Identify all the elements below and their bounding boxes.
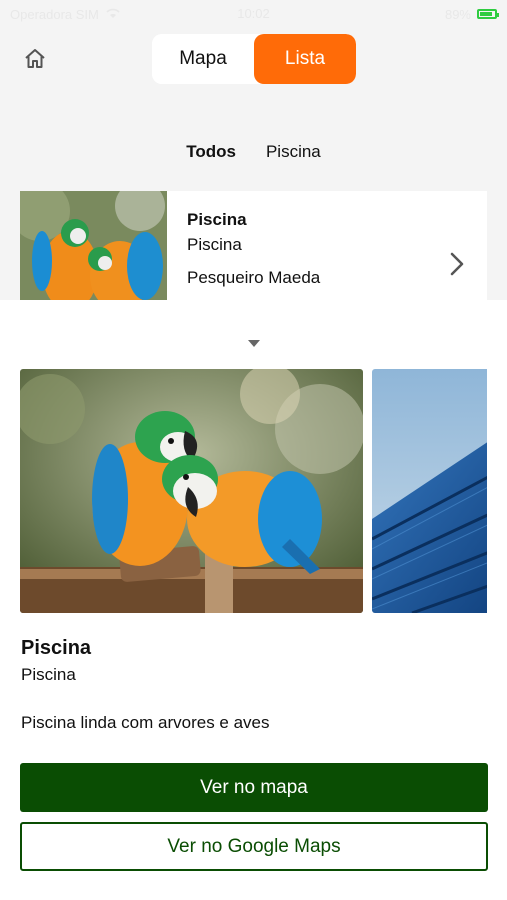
view-toggle: Mapa Lista bbox=[152, 34, 356, 84]
status-time: 10:02 bbox=[237, 6, 270, 21]
detail-title: Piscina bbox=[21, 637, 92, 659]
filter-piscina[interactable]: Piscina bbox=[266, 138, 321, 166]
photo-gallery[interactable] bbox=[20, 369, 487, 613]
list-item-thumbnail bbox=[20, 191, 167, 301]
gallery-photo-building[interactable] bbox=[372, 369, 487, 613]
chevron-right-icon bbox=[450, 252, 464, 276]
home-icon bbox=[25, 49, 45, 68]
battery-icon bbox=[477, 9, 499, 19]
status-bar: Operadora SIM 10:02 89% bbox=[0, 0, 507, 28]
detail-sheet: Piscina Piscina Piscina linda com arvore… bbox=[0, 300, 507, 900]
view-on-map-button[interactable]: Ver no mapa bbox=[20, 763, 488, 812]
list-item-place: Pesqueiro Maeda bbox=[187, 268, 321, 287]
filter-todos[interactable]: Todos bbox=[186, 138, 236, 166]
detail-category: Piscina bbox=[21, 665, 76, 684]
tab-mapa[interactable]: Mapa bbox=[152, 34, 254, 84]
home-button[interactable] bbox=[20, 44, 50, 74]
list-item[interactable]: Piscina Piscina Pesqueiro Maeda bbox=[20, 191, 487, 301]
tab-lista[interactable]: Lista bbox=[254, 34, 356, 84]
category-filters: Todos Piscina bbox=[0, 138, 507, 166]
view-on-google-maps-button[interactable]: Ver no Google Maps bbox=[20, 822, 488, 871]
collapse-handle-icon[interactable] bbox=[248, 340, 260, 348]
list-item-title: Piscina bbox=[187, 210, 247, 229]
gallery-photo-parrots[interactable] bbox=[20, 369, 363, 613]
list-item-category: Piscina bbox=[187, 235, 242, 254]
detail-description: Piscina linda com arvores e aves bbox=[21, 713, 270, 732]
